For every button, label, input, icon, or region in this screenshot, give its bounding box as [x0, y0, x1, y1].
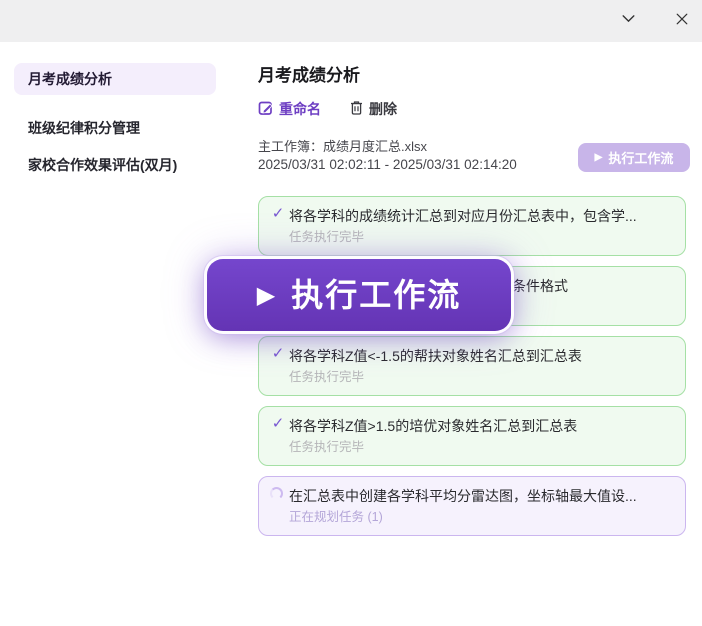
play-icon: ▶: [595, 153, 603, 163]
task-title: 在汇总表中创建各学科平均分雷达图，坐标轴最大值设...: [289, 486, 673, 506]
run-workflow-label: 执行工作流: [291, 279, 461, 311]
check-icon: ✓: [270, 206, 286, 222]
rename-label: 重命名: [279, 99, 321, 119]
rename-button[interactable]: 重命名: [258, 99, 321, 119]
titlebar: [0, 0, 702, 42]
sidebar-item-label: 班级纪律积分管理: [28, 118, 140, 138]
sidebar-item-label: 月考成绩分析: [28, 69, 112, 89]
task-title: 将各学科Z值>1.5的培优对象姓名汇总到汇总表: [289, 416, 673, 436]
task-status: 任务执行完毕: [289, 228, 673, 246]
task-status: 正在规划任务 (1): [289, 508, 673, 526]
edit-square-icon: [258, 100, 274, 119]
delete-button[interactable]: 删除: [349, 99, 397, 119]
header-actions: 重命名 删除: [258, 99, 397, 119]
task-list: ✓ 将各学科的成绩统计汇总到对应月份汇总表中，包含学... 任务执行完毕 置条件…: [258, 196, 686, 546]
task-card[interactable]: ✓ 将各学科Z值<-1.5的帮扶对象姓名汇总到汇总表 任务执行完毕: [258, 336, 686, 396]
sidebar-item-class-discipline-points[interactable]: 班级纪律积分管理: [14, 112, 216, 144]
task-title: 将各学科Z值<-1.5的帮扶对象姓名汇总到汇总表: [289, 346, 673, 366]
delete-label: 删除: [369, 99, 397, 119]
task-title: 将各学科的成绩统计汇总到对应月份汇总表中，包含学...: [289, 206, 673, 226]
assistant-panel-window: 月考成绩分析 班级纪律积分管理 家校合作效果评估(双月) 月考成绩分析 重命名: [0, 0, 702, 626]
task-status: 任务执行完毕: [289, 438, 673, 456]
minimize-button[interactable]: [619, 12, 637, 30]
play-icon: ▶: [257, 284, 275, 308]
run-workflow-button[interactable]: ▶ 执行工作流: [578, 143, 690, 172]
task-card[interactable]: 在汇总表中创建各学科平均分雷达图，坐标轴最大值设... 正在规划任务 (1): [258, 476, 686, 536]
run-workflow-button-magnified[interactable]: ▶ 执行工作流: [207, 259, 511, 331]
task-card[interactable]: ✓ 将各学科的成绩统计汇总到对应月份汇总表中，包含学... 任务执行完毕: [258, 196, 686, 256]
check-icon: ✓: [270, 416, 286, 432]
spinner-icon: [270, 486, 286, 502]
sidebar-item-home-school-evaluation[interactable]: 家校合作效果评估(双月): [14, 149, 216, 181]
trash-icon: [349, 100, 364, 119]
task-card[interactable]: ✓ 将各学科Z值>1.5的培优对象姓名汇总到汇总表 任务执行完毕: [258, 406, 686, 466]
close-button[interactable]: [673, 12, 691, 30]
page-title: 月考成绩分析: [258, 64, 360, 88]
chevron-down-icon: [620, 10, 637, 32]
close-icon: [674, 11, 690, 32]
workbook-info: 主工作簿：成绩月度汇总.xlsx: [258, 136, 427, 155]
sidebar-item-monthly-exam-analysis[interactable]: 月考成绩分析: [14, 63, 216, 95]
run-workflow-label: 执行工作流: [608, 148, 673, 167]
sidebar-item-label: 家校合作效果评估(双月): [28, 155, 177, 175]
time-range: 2025/03/31 02:02:11 - 2025/03/31 02:14:2…: [258, 157, 517, 172]
check-icon: ✓: [270, 346, 286, 362]
task-status: 任务执行完毕: [289, 368, 673, 386]
